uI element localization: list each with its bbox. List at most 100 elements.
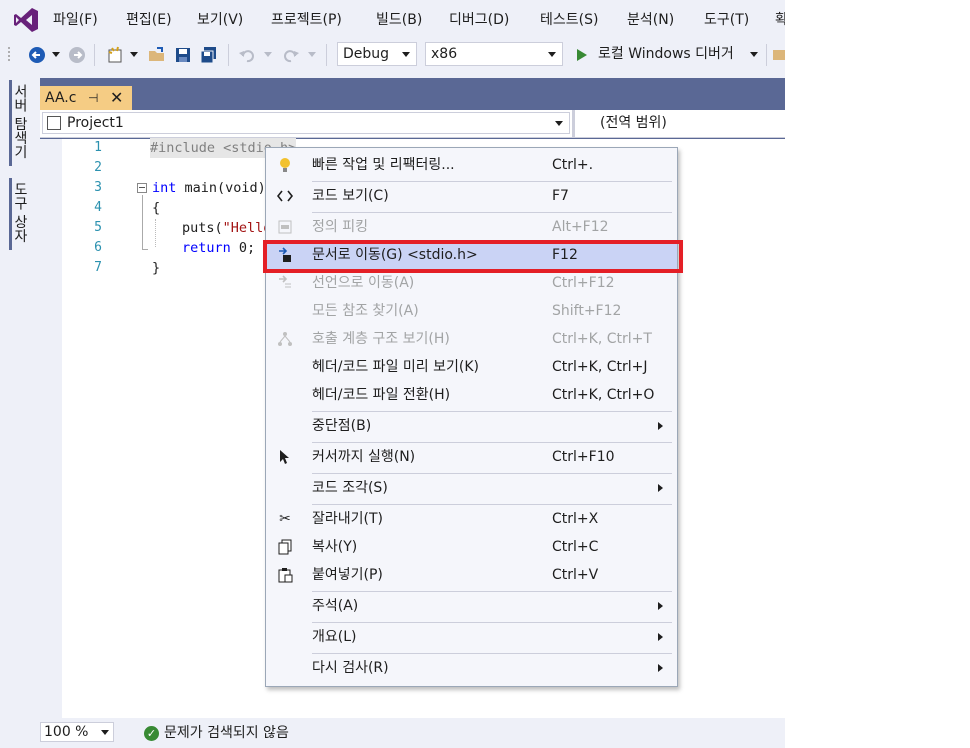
chevron-down-icon xyxy=(101,730,109,735)
menu-item-label: 헤더/코드 파일 전환(H) xyxy=(312,387,451,403)
code-line-5: puts("Hello xyxy=(182,218,271,238)
document-tab-aa-c[interactable]: AA.c ⊣ ✕ xyxy=(40,86,132,110)
menu-item-shortcut: Ctrl+F10 xyxy=(552,449,615,465)
project-navigation-dropdown[interactable]: Project1 xyxy=(42,112,570,134)
undo-dropdown-icon[interactable] xyxy=(262,44,274,66)
back-dropdown-icon[interactable] xyxy=(50,44,62,66)
menu-item-label: 모든 참조 찾기(A) xyxy=(312,303,419,319)
code-line-7: } xyxy=(152,260,161,276)
menu-analyze[interactable]: 분석(N) xyxy=(627,10,674,30)
scope-label: (전역 범위) xyxy=(600,115,667,131)
line-number: 1 xyxy=(94,140,102,155)
more-tools-icon[interactable] xyxy=(772,44,785,66)
menu-item-go-to-declaration[interactable]: 선언으로 이동(A) Ctrl+F12 xyxy=(266,269,677,297)
menu-item-label: 빠른 작업 및 리팩터링... xyxy=(312,157,455,173)
menu-item-peek-header-code[interactable]: 헤더/코드 파일 미리 보기(K) Ctrl+K, Ctrl+J xyxy=(266,353,677,381)
menu-item-view-call-hierarchy[interactable]: 호출 계층 구조 보기(H) Ctrl+K, Ctrl+T xyxy=(266,325,677,353)
menu-item-shortcut: Ctrl+F12 xyxy=(552,275,615,291)
menu-edit[interactable]: 편집(E) xyxy=(126,10,172,30)
menu-item-find-all-references[interactable]: 모든 참조 찾기(A) Shift+F12 xyxy=(266,297,677,325)
menu-item-label: 문서로 이동(G) <stdio.h> xyxy=(312,247,478,263)
visual-studio-logo-icon xyxy=(14,8,38,32)
close-icon[interactable]: ✕ xyxy=(110,86,123,110)
menu-item-shortcut: F7 xyxy=(552,188,569,204)
line-number: 2 xyxy=(94,160,102,175)
menu-item-shortcut: Ctrl+K, Ctrl+T xyxy=(552,331,652,347)
redo-icon[interactable] xyxy=(280,44,302,66)
open-folder-icon[interactable] xyxy=(146,44,168,66)
menu-item-breakpoint[interactable]: 중단점(B) xyxy=(266,412,677,440)
menu-item-rescan[interactable]: 다시 검사(R) xyxy=(266,654,677,682)
check-circle-icon: ✓ xyxy=(144,726,159,741)
menu-item-label: 정의 피킹 xyxy=(312,219,368,235)
solution-platform-select[interactable]: x86 xyxy=(425,42,563,66)
menu-item-toggle-header-code[interactable]: 헤더/코드 파일 전환(H) Ctrl+K, Ctrl+O xyxy=(266,381,677,409)
scope-navigation-dropdown[interactable]: (전역 범위) xyxy=(572,110,785,137)
menu-item-cut[interactable]: ✂ 잘라내기(T) Ctrl+X xyxy=(266,505,677,533)
menu-tools[interactable]: 도구(T) xyxy=(704,10,749,30)
run-to-cursor-icon xyxy=(276,448,294,466)
menu-item-code-snippets[interactable]: 코드 조각(S) xyxy=(266,474,677,502)
save-icon[interactable] xyxy=(172,44,194,66)
issues-indicator[interactable]: ✓ 문제가 검색되지 않음 xyxy=(144,722,289,744)
left-tool-sidebar: 서버 탐색기 도구 상자 xyxy=(0,78,40,748)
keyword-return: return xyxy=(182,240,231,256)
menu-item-go-to-document[interactable]: 문서로 이동(G) <stdio.h> F12 xyxy=(266,241,677,269)
menu-item-label: 복사(Y) xyxy=(312,539,358,555)
go-to-declaration-icon xyxy=(276,274,294,292)
play-icon[interactable] xyxy=(572,44,592,66)
toolbox-tab[interactable]: 도구 상자 xyxy=(10,182,30,242)
menu-item-copy[interactable]: 복사(Y) Ctrl+C xyxy=(266,533,677,561)
submenu-arrow-icon xyxy=(658,633,663,641)
toolbar-grip-icon xyxy=(4,44,14,66)
menu-test[interactable]: 테스트(S) xyxy=(540,10,598,30)
context-menu: 빠른 작업 및 리팩터링... Ctrl+. 코드 보기(C) F7 정의 피킹… xyxy=(265,147,678,687)
scissors-icon: ✂ xyxy=(279,511,291,527)
submenu-arrow-icon xyxy=(658,602,663,610)
project-name: Project1 xyxy=(67,115,124,131)
editor-status-bar: 100 % ✓ 문제가 검색되지 않음 xyxy=(40,718,785,748)
line-number: 5 xyxy=(94,220,102,235)
solution-configuration-select[interactable]: Debug xyxy=(337,42,417,66)
menu-view[interactable]: 보기(V) xyxy=(197,10,243,30)
new-project-dropdown-icon[interactable] xyxy=(128,44,140,66)
code-line-4: { xyxy=(152,200,161,216)
menu-item-run-to-cursor[interactable]: 커서까지 실행(N) Ctrl+F10 xyxy=(266,443,677,471)
menu-file[interactable]: 파일(F) xyxy=(53,10,98,30)
code-line-6: return 0; xyxy=(182,238,255,258)
menu-item-quick-actions[interactable]: 빠른 작업 및 리팩터링... Ctrl+. xyxy=(266,151,677,179)
new-project-icon[interactable] xyxy=(104,44,126,66)
code-icon xyxy=(276,187,294,205)
forward-icon[interactable] xyxy=(66,44,88,66)
redo-dropdown-icon[interactable] xyxy=(306,44,318,66)
zoom-select[interactable]: 100 % xyxy=(40,722,114,742)
menu-debug[interactable]: 디버그(D) xyxy=(449,10,509,30)
menu-item-label: 코드 보기(C) xyxy=(312,188,389,204)
start-debugger-button[interactable]: 로컬 Windows 디버거 xyxy=(598,44,734,64)
menu-item-peek-definition[interactable]: 정의 피킹 Alt+F12 xyxy=(266,213,677,241)
save-all-icon[interactable] xyxy=(198,44,220,66)
menu-extensions[interactable]: 확 xyxy=(775,10,785,30)
menu-item-paste[interactable]: 붙여넣기(P) Ctrl+V xyxy=(266,561,677,589)
menu-item-outlining[interactable]: 개요(L) xyxy=(266,623,677,651)
toolbar: Debug x86 로컬 Windows 디버거 xyxy=(0,40,785,70)
back-icon[interactable] xyxy=(26,44,48,66)
server-explorer-tab[interactable]: 서버 탐색기 xyxy=(10,84,30,158)
code-return-value: 0; xyxy=(230,240,256,256)
pin-icon[interactable]: ⊣ xyxy=(88,86,98,110)
collapse-icon[interactable] xyxy=(137,183,147,193)
menu-item-shortcut: Ctrl+V xyxy=(552,567,599,583)
undo-icon[interactable] xyxy=(236,44,258,66)
menu-item-shortcut: Ctrl+C xyxy=(552,539,599,555)
debugger-dropdown-icon[interactable] xyxy=(748,44,760,66)
menu-project[interactable]: 프로젝트(P) xyxy=(271,10,342,30)
go-to-document-icon xyxy=(276,246,294,264)
menu-item-shortcut: Ctrl+K, Ctrl+J xyxy=(552,359,648,375)
menu-item-label: 붙여넣기(P) xyxy=(312,567,383,583)
menu-build[interactable]: 빌드(B) xyxy=(376,10,422,30)
menu-item-view-code[interactable]: 코드 보기(C) F7 xyxy=(266,182,677,210)
line-number: 7 xyxy=(94,260,102,275)
peek-definition-icon xyxy=(276,218,294,236)
solution-configuration-value: Debug xyxy=(343,46,390,62)
menu-item-comment[interactable]: 주석(A) xyxy=(266,592,677,620)
